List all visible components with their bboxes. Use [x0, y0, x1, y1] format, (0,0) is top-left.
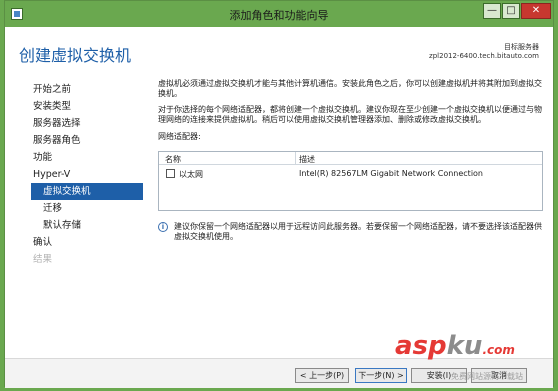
nav-item-default-stores[interactable]: 默认存储 — [31, 217, 143, 234]
intro-paragraph: 虚拟机必须通过虚拟交换机才能与其他计算机通信。安装此角色之后，你可以创建虚拟机并… — [158, 79, 542, 98]
watermark-k: ku — [446, 331, 483, 361]
nav-item-virtual-switches[interactable]: 虚拟交换机 — [31, 183, 143, 200]
column-header-name[interactable]: 名称 — [165, 154, 181, 165]
close-button[interactable]: ✕ — [521, 3, 551, 19]
nav-item-hyper-v[interactable]: Hyper-V — [31, 166, 143, 183]
site-watermark-logo: aspku.com — [395, 331, 515, 361]
adapter-name: 以太网 — [179, 170, 203, 179]
nav-item-migration[interactable]: 迁移 — [31, 200, 143, 217]
info-note-text: 建议你保留一个网络适配器以用于远程访问此服务器。若要保留一个网络适配器，请不要选… — [174, 222, 542, 241]
wizard-header: 创建虚拟交换机 目标服务器 zpl2012-6400.tech.bitauto.… — [5, 27, 553, 71]
recommendation-paragraph: 对于你选择的每个网络适配器，都将创建一个虚拟交换机。建议你现在至少创建一个虚拟交… — [158, 105, 542, 124]
maximize-button[interactable]: □ — [502, 3, 520, 19]
nav-item-installation-type[interactable]: 安装类型 — [31, 98, 143, 115]
next-button[interactable]: 下一步(N) > — [355, 368, 407, 383]
title-bar[interactable]: 添加角色和功能向导 — □ ✕ — [5, 1, 553, 27]
target-server-label: 目标服务器 — [504, 43, 539, 51]
adapter-description: Intel(R) 82567LM Gigabit Network Connect… — [299, 169, 483, 178]
nav-item-server-selection[interactable]: 服务器选择 — [31, 115, 143, 132]
wizard-nav: 开始之前 安装类型 服务器选择 服务器角色 功能 Hyper-V 虚拟交换机 迁… — [31, 81, 143, 268]
network-adapters-table: 名称 描述 以太网 Intel(R) 82567LM Gigabit Netwo… — [158, 151, 543, 211]
site-watermark-text: 免费网站源码下载站 — [451, 372, 523, 381]
column-separator[interactable] — [295, 152, 296, 165]
target-server-name: zpl2012-6400.tech.bitauto.com — [429, 52, 539, 60]
nav-item-confirmation[interactable]: 确认 — [31, 234, 143, 251]
watermark-tld: .com — [482, 343, 515, 357]
nav-item-features[interactable]: 功能 — [31, 149, 143, 166]
minimize-button[interactable]: — — [483, 3, 501, 19]
info-note: i 建议你保留一个网络适配器以用于远程访问此服务器。若要保留一个网络适配器，请不… — [158, 222, 543, 242]
wizard-frame: 添加角色和功能向导 — □ ✕ 创建虚拟交换机 目标服务器 zpl2012-64… — [4, 0, 554, 388]
page-title: 创建虚拟交换机 — [19, 46, 132, 65]
wizard-window: 添加角色和功能向导 — □ ✕ 创建虚拟交换机 目标服务器 zpl2012-64… — [0, 0, 558, 391]
nav-item-server-roles[interactable]: 服务器角色 — [31, 132, 143, 149]
watermark-main: asp — [395, 331, 447, 361]
wizard-content: 虚拟机必须通过虚拟交换机才能与其他计算机通信。安装此角色之后，你可以创建虚拟机并… — [158, 79, 543, 145]
adapter-checkbox[interactable] — [166, 169, 175, 178]
nav-item-results: 结果 — [33, 254, 53, 265]
table-row[interactable]: 以太网 Intel(R) 82567LM Gigabit Network Con… — [159, 165, 542, 181]
adapters-label: 网络适配器: — [158, 132, 201, 141]
info-icon: i — [158, 222, 168, 232]
nav-item-before-you-begin[interactable]: 开始之前 — [31, 81, 143, 98]
table-header: 名称 描述 — [159, 152, 542, 165]
previous-button[interactable]: < 上一步(P) — [295, 368, 349, 383]
column-header-description[interactable]: 描述 — [299, 154, 315, 165]
window-title: 添加角色和功能向导 — [229, 9, 329, 22]
